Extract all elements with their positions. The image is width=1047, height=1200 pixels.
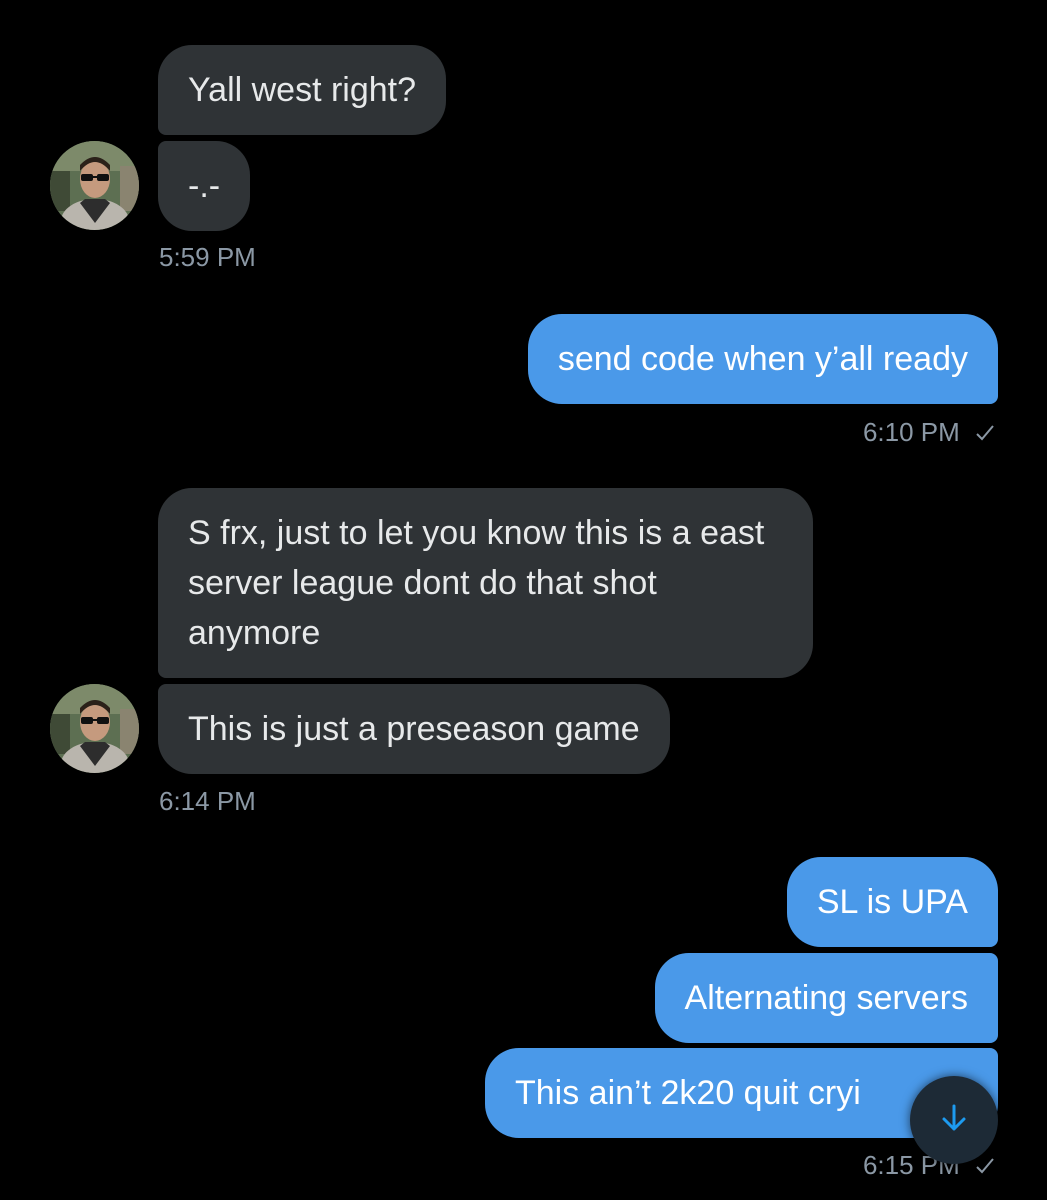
message-bubble-incoming[interactable]: S frx, just to let you know this is a ea… — [158, 488, 813, 678]
arrow-down-icon — [940, 1103, 968, 1138]
message-bubble-outgoing[interactable]: send code when y’all ready — [527, 314, 998, 404]
scroll-to-bottom-button[interactable] — [910, 1076, 998, 1164]
message-timestamp: 6:10 PM — [863, 417, 995, 449]
message-timestamp: 6:14 PM — [159, 786, 256, 816]
message-bubble-incoming[interactable]: Yall west right? — [158, 45, 447, 135]
timestamp-text: 6:10 PM — [862, 417, 960, 447]
message-timestamp: 5:59 PM — [159, 242, 256, 272]
user-avatar[interactable] — [50, 141, 139, 230]
avatar-photo-icon — [50, 684, 139, 773]
message-bubble-incoming[interactable]: -.- — [158, 141, 251, 231]
message-bubble-outgoing[interactable]: SL is UPA — [786, 857, 998, 947]
checkmark-icon — [975, 419, 995, 449]
user-avatar[interactable] — [50, 684, 139, 773]
message-bubble-incoming[interactable]: This is just a preseason game — [158, 684, 670, 774]
message-bubble-outgoing[interactable]: Alternating servers — [654, 953, 998, 1043]
avatar-photo-icon — [50, 141, 139, 230]
